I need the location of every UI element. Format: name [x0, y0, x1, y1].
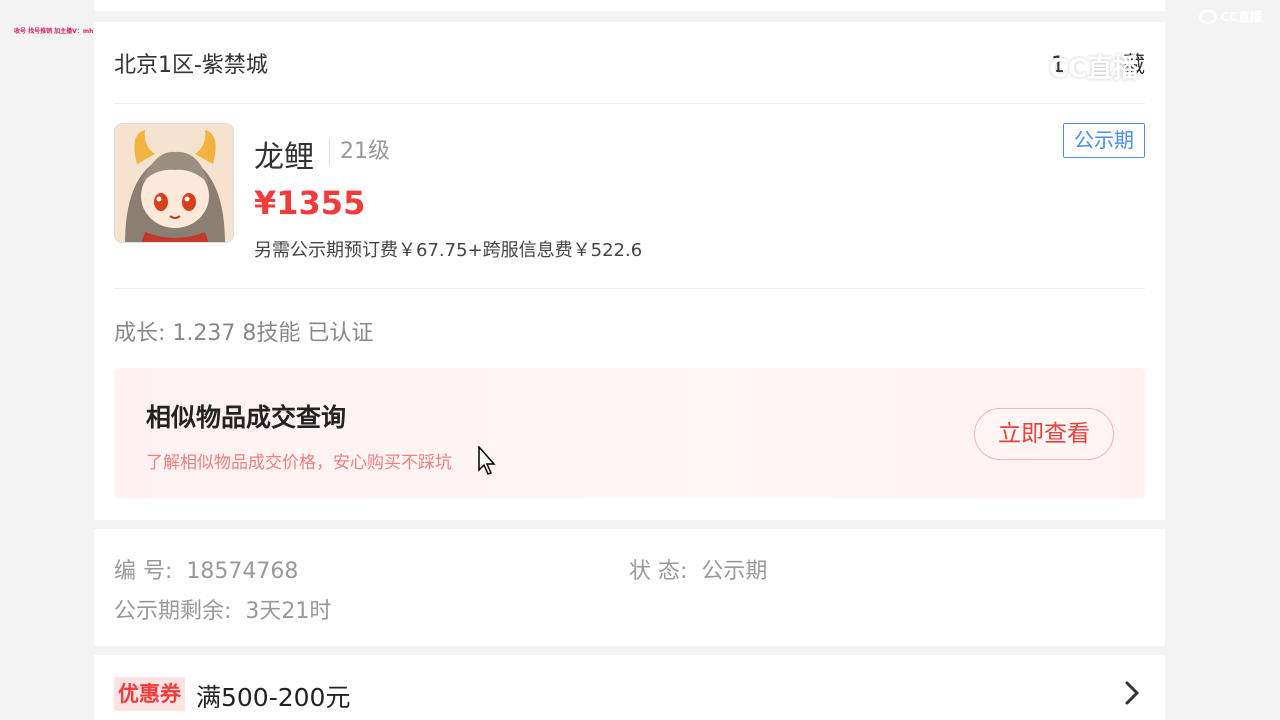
price: ¥1355 — [254, 184, 366, 222]
listing-card: 北京1区-紫禁城 1藏 CC直播 龙鲤 21级 ¥1355 另需公示期预订费￥6… — [94, 22, 1165, 520]
view-now-button[interactable]: 立即查看 — [974, 408, 1114, 460]
remaining-row: 公示期剩余: 3天21时 — [114, 593, 331, 625]
cc-logo-small-text: CC直播 — [1220, 10, 1262, 24]
chevron-right-icon[interactable] — [1121, 680, 1143, 706]
cc-logo-large-icon: CC直播 — [1000, 48, 1139, 85]
coupon-tag: 优惠券 — [114, 677, 185, 711]
cursor-icon — [478, 446, 496, 475]
coupon-text: 满500-200元 — [196, 683, 351, 712]
similar-subtitle: 了解相似物品成交价格，安心购买不踩坑 — [146, 453, 452, 473]
server-name: 北京1区-紫禁城 — [114, 52, 268, 78]
similar-items-box: 相似物品成交查询 了解相似物品成交价格，安心购买不踩坑 立即查看 — [114, 368, 1145, 498]
pet-avatar-image — [115, 124, 233, 242]
status-label: 状 态: — [629, 559, 688, 584]
status-row: 状 态: 公示期 — [629, 553, 767, 585]
pet-level: 21级 — [329, 139, 390, 165]
id-label: 编 号: — [114, 559, 173, 584]
pet-name: 龙鲤 — [254, 140, 314, 175]
info-card: 编 号: 18574768 状 态: 公示期 公示期剩余: 3天21时 — [94, 529, 1165, 646]
remaining-value: 3天21时 — [245, 599, 332, 624]
server-row: 北京1区-紫禁城 1藏 — [114, 22, 1145, 104]
cc-logo-small-icon: CC直播 — [1199, 8, 1262, 25]
fee-note: 另需公示期预订费￥67.75+跨服信息费￥522.6 — [254, 240, 643, 261]
similar-title: 相似物品成交查询 — [146, 403, 347, 432]
divider — [114, 288, 1145, 289]
previous-card-edge — [94, 0, 1165, 11]
cc-ring-icon — [1199, 9, 1218, 24]
id-row: 编 号: 18574768 — [114, 553, 298, 585]
coupon-card[interactable]: 优惠券 满500-200元 — [94, 655, 1165, 720]
status-value: 公示期 — [701, 559, 768, 584]
status-tag: 公示期 — [1063, 123, 1145, 158]
cc-logo-large-text: CC直播 — [1048, 54, 1139, 84]
growth-info: 成长: 1.237 8技能 已认证 — [114, 321, 374, 346]
id-value: 18574768 — [186, 559, 299, 584]
cc-ring-large-icon — [1000, 49, 1045, 84]
remaining-label: 公示期剩余: — [114, 599, 232, 624]
pet-avatar[interactable] — [114, 123, 234, 243]
